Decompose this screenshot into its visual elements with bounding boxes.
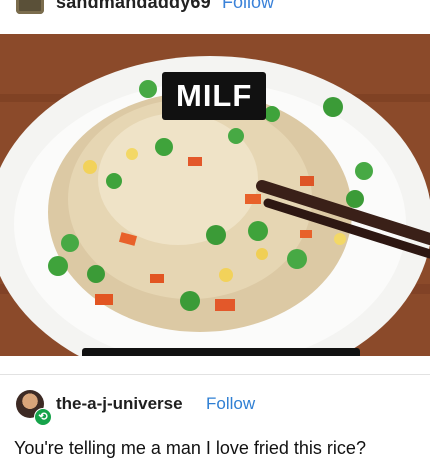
top-post-username[interactable]: sandmandaddy69: [56, 0, 211, 13]
caption-bottom: man i love fried rice: [82, 348, 360, 356]
reply-username[interactable]: the-a-j-universe: [56, 394, 183, 414]
reply-avatar[interactable]: ⟲: [14, 389, 52, 426]
caption-top: MILF: [162, 72, 267, 120]
reply-follow-button[interactable]: Follow: [206, 394, 255, 414]
top-post-header: sandmandaddy69 Follow: [0, 0, 430, 30]
reblog-icon: ⟲: [34, 408, 52, 426]
top-post-follow-button[interactable]: Follow: [222, 0, 274, 13]
post-image: MILF man i love fried rice: [0, 34, 430, 356]
avatar[interactable]: [16, 0, 44, 14]
post-divider: [0, 374, 430, 375]
